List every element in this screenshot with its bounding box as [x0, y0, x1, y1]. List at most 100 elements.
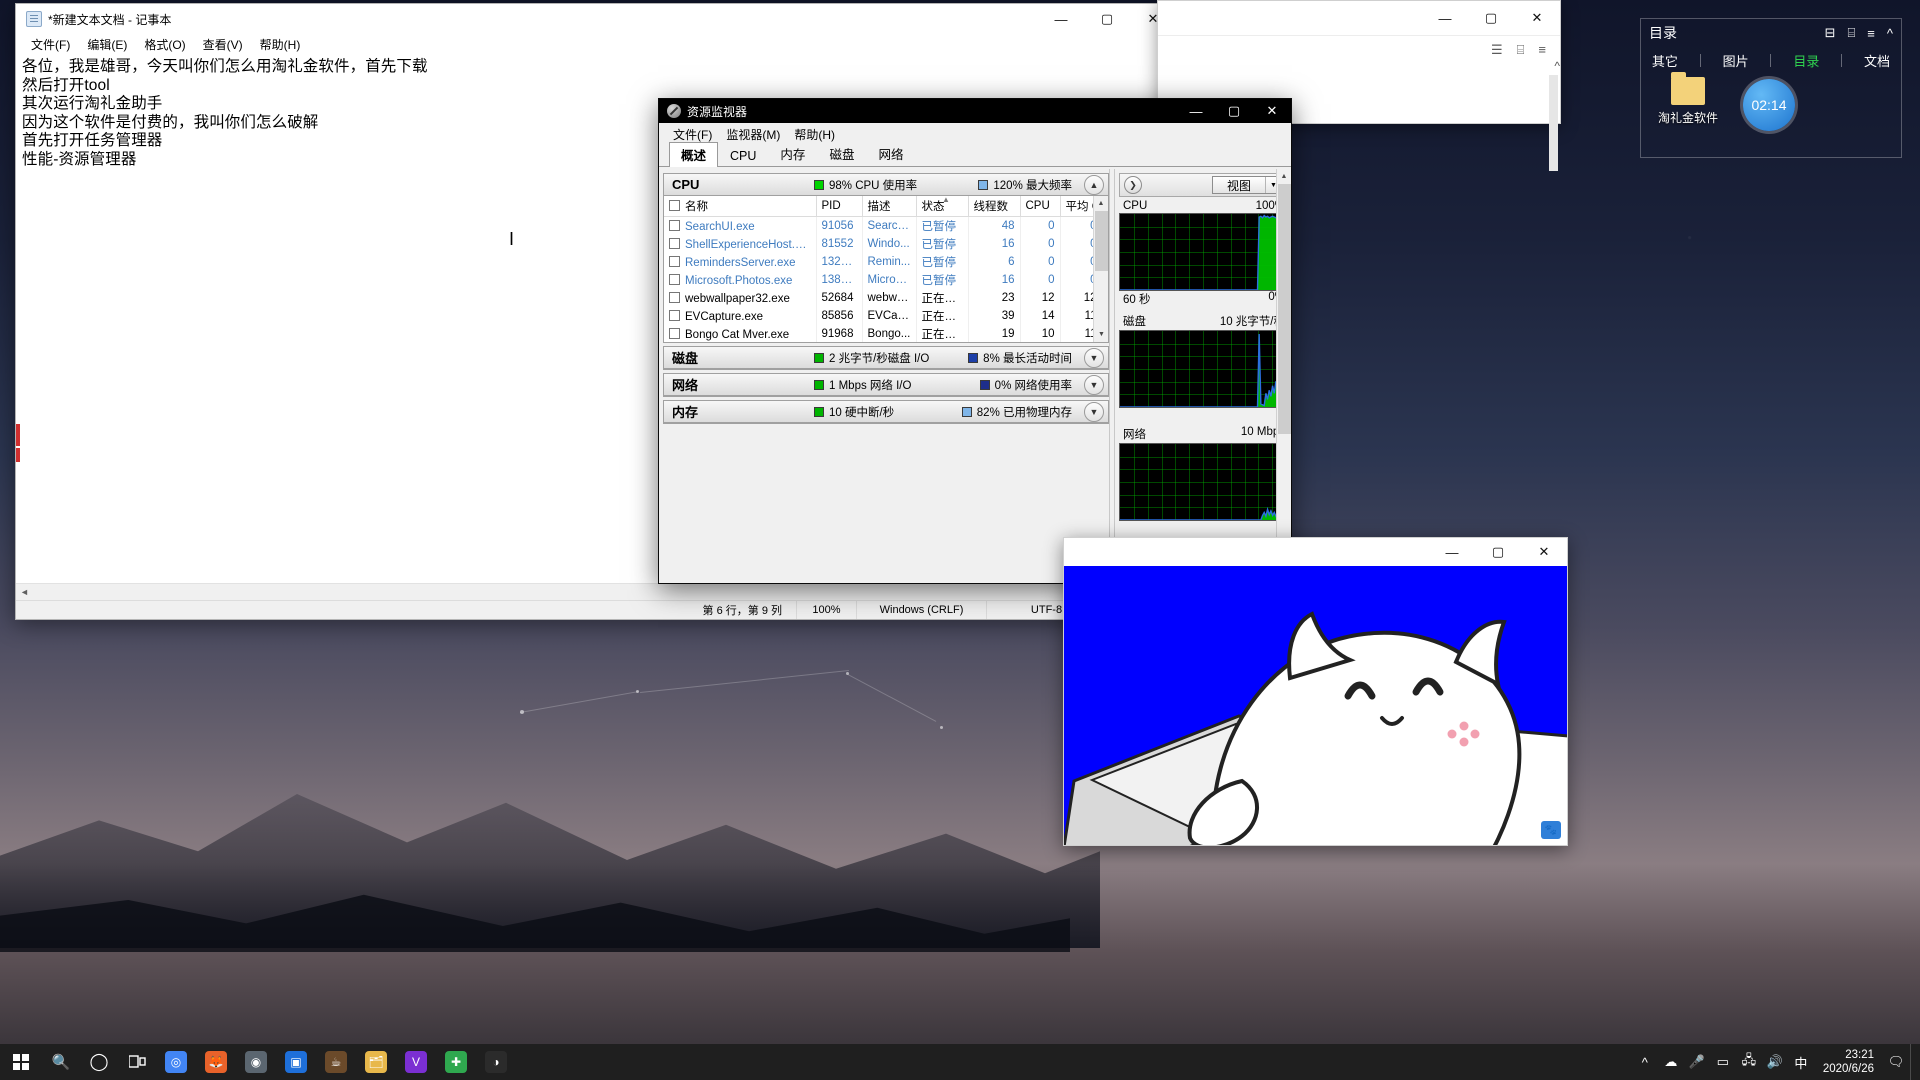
assistant-titlebar[interactable]: — ▢ ✕ [1158, 1, 1560, 35]
resmon-titlebar[interactable]: 资源监视器 — ▢ ✕ [659, 99, 1291, 123]
notification-icon[interactable]: 🗨 [1884, 1044, 1908, 1080]
col-cpu[interactable]: CPU [1020, 196, 1061, 217]
widget-clock-badge[interactable]: 02:14 [1743, 79, 1795, 131]
chevron-right-icon[interactable]: ❯ [1124, 176, 1142, 194]
table-row[interactable]: Bongo Cat Mver.exe91968Bongo...正在运行19101… [664, 325, 1108, 342]
chevron-up-icon[interactable]: ^ [1633, 1044, 1657, 1080]
resmon-menu-file[interactable]: 文件(F) [669, 125, 716, 144]
notepad-maximize-button[interactable]: ▢ [1084, 4, 1130, 34]
notepad-menu-view[interactable]: 查看(V) [196, 34, 250, 55]
scroll-left-arrow-icon[interactable]: ◄ [20, 587, 29, 597]
resmon-close-button[interactable]: ✕ [1253, 99, 1291, 123]
widget-tab-documents[interactable]: 文档 [1864, 51, 1890, 70]
resmon-minimize-button[interactable]: — [1177, 99, 1215, 123]
bongo-maximize-button[interactable]: ▢ [1475, 537, 1521, 567]
table-row[interactable]: ShellExperienceHost.exe 81552 Windo... 已暂停 1… [664, 235, 1108, 253]
notepad-menu-help[interactable]: 帮助(H) [253, 34, 308, 55]
table-row[interactable]: EVCapture.exe85856EVCapt...正在运行391411.82 [664, 307, 1108, 325]
chevron-up-icon[interactable]: ^ [1887, 26, 1893, 41]
graph-scroll-up-icon[interactable]: ▲ [1277, 169, 1291, 184]
graph-scrollbar-thumb[interactable] [1278, 184, 1291, 434]
cpu-panel-collapse-icon[interactable]: ▲ [1084, 174, 1104, 195]
list-view-icon[interactable]: ⊟ [1825, 25, 1836, 41]
widget-folder-item[interactable]: 淘礼金软件 [1655, 72, 1721, 126]
assistant-close-button[interactable]: ✕ [1514, 3, 1560, 33]
cpu-panel-header[interactable]: CPU 98% CPU 使用率 120% 最大频率 ▲ [664, 174, 1108, 196]
bongo-titlebar[interactable]: — ▢ ✕ [1064, 538, 1567, 566]
onedrive-icon[interactable]: ☁ [1659, 1044, 1683, 1080]
taskbar-clock[interactable]: 23:21 2020/6/26 [1815, 1048, 1882, 1076]
mic-icon[interactable]: 🎤 [1685, 1044, 1709, 1080]
taskbar-app-button[interactable]: 🗂 [356, 1044, 396, 1080]
widget-tab-other[interactable]: 其它 [1652, 51, 1678, 70]
network-panel-header[interactable]: 网络 1 Mbps 网络 I/O 0% 网络使用率 ▼ [664, 374, 1108, 396]
resmon-maximize-button[interactable]: ▢ [1215, 99, 1253, 123]
col-threads[interactable]: 线程数 [968, 196, 1021, 217]
notepad-horizontal-scrollbar[interactable]: ◄ ► [16, 583, 1176, 600]
disk-panel-expand-icon[interactable]: ▼ [1084, 347, 1104, 368]
volume-icon[interactable]: 🔊 [1763, 1044, 1787, 1080]
assistant-scrollbar-thumb[interactable] [1549, 75, 1558, 171]
ime-icon[interactable]: 中 [1789, 1044, 1813, 1080]
tab-memory[interactable]: 内存 [768, 141, 817, 166]
taskbar-app-button[interactable]: ☕ [316, 1044, 356, 1080]
row-checkbox[interactable] [669, 255, 680, 267]
table-row[interactable]: webwallpaper32.exe52684webwa...正在运行23121… [664, 289, 1108, 307]
memory-panel-expand-icon[interactable]: ▼ [1084, 401, 1104, 422]
memory-panel-header[interactable]: 内存 10 硬中断/秒 82% 已用物理内存 ▼ [664, 401, 1108, 423]
col-name[interactable]: 名称 [664, 196, 817, 217]
menu-icon[interactable]: ≡ [1867, 26, 1875, 41]
resource-monitor-window[interactable]: 资源监视器 — ▢ ✕ 文件(F) 监视器(M) 帮助(H) 概述 CPU 内存… [658, 98, 1292, 634]
network-panel-expand-icon[interactable]: ▼ [1084, 374, 1104, 395]
scroll-up-arrow-icon[interactable]: ▲ [1094, 196, 1108, 211]
task-view-button[interactable] [118, 1044, 156, 1080]
taskbar-app-button[interactable]: ◎ [156, 1044, 196, 1080]
cortana-button[interactable]: ◯ [80, 1044, 118, 1080]
row-checkbox[interactable] [669, 237, 680, 249]
widget-tab-directory[interactable]: 目录 [1793, 51, 1819, 70]
directory-widget[interactable]: 目录 ⊟ ⌸ ≡ ^ 其它 图片 目录 文档 淘礼金软件 02:14 [1640, 18, 1902, 158]
taskbar-app-button[interactable]: 🦊 [196, 1044, 236, 1080]
notepad-zoom-level[interactable]: 100% [796, 601, 856, 619]
row-checkbox[interactable] [669, 291, 680, 303]
table-row[interactable]: Microsoft.Photos.exe 138276 Micros... 已暂停 16… [664, 271, 1108, 289]
bongo-cat-window[interactable]: — ▢ ✕ 🐾 [1063, 537, 1568, 846]
col-status[interactable]: ▲ 状态 [916, 196, 969, 217]
process-table-scrollbar[interactable]: ▲ ▼ [1093, 196, 1108, 342]
tab-network[interactable]: 网络 [866, 141, 915, 166]
view-dropdown-button[interactable]: 视图 ▼ [1211, 176, 1282, 194]
assistant-scrollbar[interactable]: ^ [1547, 59, 1560, 171]
graph-pane-scrollbar[interactable]: ▲ ▼ [1276, 169, 1292, 583]
row-checkbox[interactable] [669, 273, 680, 285]
network-icon[interactable]: 🖧 [1737, 1044, 1761, 1080]
row-checkbox[interactable] [669, 309, 680, 321]
row-checkbox[interactable] [669, 327, 680, 339]
col-pid[interactable]: PID [816, 196, 863, 217]
assistant-minimize-button[interactable]: — [1422, 3, 1468, 33]
bongo-badge-icon[interactable]: 🐾 [1541, 821, 1561, 839]
start-button[interactable] [0, 1044, 42, 1080]
notepad-menu-file[interactable]: 文件(F) [24, 34, 77, 55]
taskbar-app-button[interactable]: ◉ [236, 1044, 276, 1080]
tab-cpu[interactable]: CPU [718, 146, 768, 166]
list-icon[interactable]: ≡ [1538, 42, 1546, 57]
tab-disk[interactable]: 磁盘 [817, 141, 866, 166]
show-desktop-button[interactable] [1910, 1044, 1916, 1080]
notepad-menu-format[interactable]: 格式(O) [137, 34, 192, 55]
assistant-maximize-button[interactable]: ▢ [1468, 3, 1514, 33]
battery-icon[interactable]: ▭ [1711, 1044, 1735, 1080]
bongo-minimize-button[interactable]: — [1429, 537, 1475, 567]
lock-icon[interactable]: ⌸ [1847, 25, 1855, 41]
menu-icon[interactable]: ☰ [1491, 42, 1503, 58]
taskbar-app-button[interactable]: ✚ [436, 1044, 476, 1080]
search-button[interactable]: 🔍 [42, 1044, 80, 1080]
table-row[interactable]: SearchUI.exe91056Search...已暂停4800.00 [664, 216, 1108, 235]
taskbar-app-button[interactable]: V [396, 1044, 436, 1080]
scroll-down-arrow-icon[interactable]: ▼ [1094, 327, 1108, 342]
row-checkbox[interactable] [669, 219, 680, 231]
notepad-menu-edit[interactable]: 编辑(E) [80, 34, 134, 55]
notepad-minimize-button[interactable]: — [1038, 4, 1084, 34]
taskbar-app-button[interactable]: ▣ [276, 1044, 316, 1080]
notepad-titlebar[interactable]: *新建文本文档 - 记事本 — ▢ ✕ [16, 4, 1176, 34]
chevron-up-icon[interactable]: ^ [1554, 59, 1560, 73]
